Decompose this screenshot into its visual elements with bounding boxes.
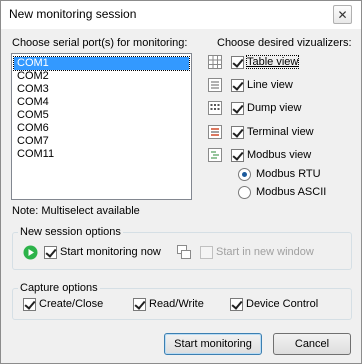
read-write-checkbox[interactable] [133, 298, 146, 311]
dump-view-icon [208, 101, 222, 115]
new-monitoring-session-dialog: New monitoring session ✕ Choose serial p… [0, 0, 362, 364]
multiselect-note: Note: Multiselect available [12, 205, 140, 217]
read-write-label[interactable]: Read/Write [149, 298, 204, 310]
start-in-new-window-checkbox[interactable] [200, 246, 213, 259]
start-in-new-window-label[interactable]: Start in new window [216, 246, 314, 258]
ports-heading: Choose serial port(s) for monitoring: [12, 37, 188, 49]
start-monitoring-button[interactable]: Start monitoring [164, 333, 262, 355]
visualizers-heading: Choose desired vizualizers: [217, 37, 352, 49]
session-options-title: New session options [18, 226, 123, 238]
create-close-label[interactable]: Create/Close [39, 298, 103, 310]
list-item-com1[interactable]: COM1 [13, 56, 190, 71]
create-close-checkbox[interactable] [23, 298, 36, 311]
play-icon [23, 245, 38, 260]
table-view-text: Table view [247, 56, 299, 68]
window-title: New monitoring session [9, 7, 137, 21]
device-control-checkbox[interactable] [230, 298, 243, 311]
table-view-label[interactable]: Table view [245, 55, 300, 69]
terminal-view-label[interactable]: Terminal view [247, 126, 314, 138]
list-item-com4[interactable]: COM4 [14, 96, 189, 109]
list-item-com2[interactable]: COM2 [14, 70, 189, 83]
start-monitoring-now-label[interactable]: Start monitoring now [60, 246, 161, 258]
modbus-ascii-radio[interactable] [238, 186, 251, 199]
title-bar[interactable]: New monitoring session ✕ [1, 1, 361, 29]
modbus-view-checkbox[interactable] [231, 149, 244, 162]
table-view-checkbox[interactable] [231, 56, 244, 69]
close-button[interactable]: ✕ [333, 5, 352, 24]
close-icon: ✕ [337, 7, 348, 22]
table-view-icon [208, 55, 222, 69]
capture-options-title: Capture options [18, 282, 100, 294]
modbus-rtu-label[interactable]: Modbus RTU [256, 168, 321, 180]
line-view-checkbox[interactable] [231, 79, 244, 92]
dump-view-label[interactable]: Dump view [247, 102, 301, 114]
start-monitoring-now-checkbox[interactable] [44, 246, 57, 259]
list-item-com5[interactable]: COM5 [14, 109, 189, 122]
serial-ports-list[interactable]: COM1 COM2 COM3 COM4 COM5 COM6 COM7 COM11 [11, 53, 192, 200]
list-item-com6[interactable]: COM6 [14, 122, 189, 135]
line-view-label[interactable]: Line view [247, 79, 293, 91]
list-item-com3[interactable]: COM3 [14, 83, 189, 96]
line-view-icon [208, 78, 222, 92]
dump-view-checkbox[interactable] [231, 102, 244, 115]
modbus-view-icon [208, 148, 222, 162]
new-window-icon [177, 245, 191, 259]
modbus-rtu-radio[interactable] [238, 168, 251, 181]
terminal-view-icon [208, 125, 222, 139]
cancel-button[interactable]: Cancel [273, 333, 351, 355]
modbus-ascii-label[interactable]: Modbus ASCII [256, 186, 326, 198]
list-item-com11[interactable]: COM11 [14, 148, 189, 161]
device-control-label[interactable]: Device Control [246, 298, 318, 310]
modbus-view-label[interactable]: Modbus view [247, 149, 311, 161]
list-item-com7[interactable]: COM7 [14, 135, 189, 148]
terminal-view-checkbox[interactable] [231, 126, 244, 139]
